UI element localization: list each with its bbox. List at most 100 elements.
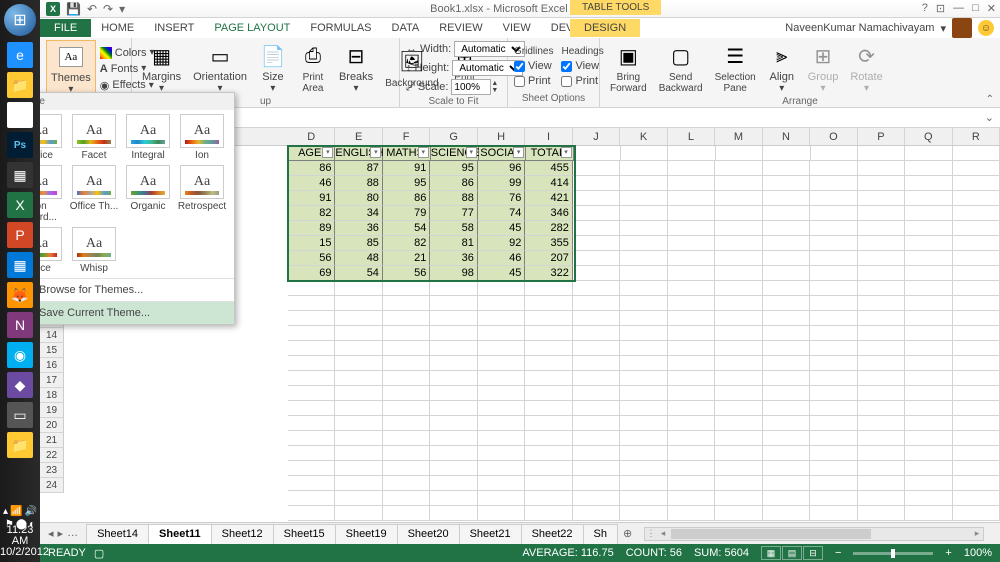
scroll-split-icon[interactable]: ⋮	[645, 528, 657, 539]
taskbar-folder-icon[interactable]: 📁	[7, 432, 33, 458]
taskbar-app2-icon[interactable]: ▦	[7, 252, 33, 278]
column-header[interactable]: P	[858, 128, 905, 145]
margins-button[interactable]: ▦Margins▾	[138, 40, 185, 96]
column-header[interactable]: J	[573, 128, 620, 145]
row-header[interactable]: 14	[40, 328, 64, 343]
data-cell[interactable]: 86	[383, 191, 430, 206]
column-header[interactable]: I	[525, 128, 572, 145]
page-layout-tab[interactable]: PAGE LAYOUT	[204, 19, 300, 37]
themes-button[interactable]: Aa Themes▾	[46, 40, 96, 98]
insert-tab[interactable]: INSERT	[144, 19, 204, 37]
column-header[interactable]: M	[715, 128, 762, 145]
save-icon[interactable]: 💾	[66, 2, 81, 16]
column-header[interactable]: L	[668, 128, 715, 145]
data-cell[interactable]: 86	[288, 161, 335, 176]
column-header[interactable]: G	[430, 128, 477, 145]
headings-view-checkbox[interactable]	[561, 61, 572, 72]
print-area-button[interactable]: ⎙Print Area	[295, 40, 331, 96]
avatar[interactable]	[952, 18, 972, 38]
horizontal-scrollbar[interactable]: ⋮ ◂▸	[644, 527, 984, 541]
data-cell[interactable]: 54	[335, 266, 382, 281]
theme-item[interactable]: AaOrganic	[123, 165, 173, 223]
sheet-tab[interactable]: Sheet12	[211, 524, 274, 544]
page-break-view-icon[interactable]: ⊟	[803, 546, 823, 560]
headings-print-checkbox[interactable]	[561, 76, 572, 87]
column-header[interactable]: R	[953, 128, 1000, 145]
user-dropdown-icon[interactable]: ▾	[940, 22, 946, 35]
macro-record-icon[interactable]: ▢	[94, 547, 104, 560]
data-cell[interactable]: 54	[383, 221, 430, 236]
data-cell[interactable]: 74	[478, 206, 525, 221]
column-header[interactable]: D	[288, 128, 335, 145]
data-cell[interactable]: 95	[383, 176, 430, 191]
sheet-tab[interactable]: Sheet19	[335, 524, 398, 544]
data-cell[interactable]: 89	[288, 221, 335, 236]
theme-item[interactable]: AaIntegral	[123, 114, 173, 161]
sheet-tab[interactable]: Sheet14	[86, 524, 149, 544]
page-layout-view-icon[interactable]: ▤	[782, 546, 802, 560]
taskbar-app4-icon[interactable]: ◆	[7, 372, 33, 398]
data-cell[interactable]: 82	[383, 236, 430, 251]
data-cell[interactable]: 15	[288, 236, 335, 251]
data-cell[interactable]: 82	[288, 206, 335, 221]
tray-icon[interactable]: ▴	[3, 506, 8, 517]
sheet-nav-more-icon[interactable]: …	[67, 527, 78, 540]
column-header[interactable]: N	[763, 128, 810, 145]
column-header[interactable]: F	[383, 128, 430, 145]
bring-forward-button[interactable]: ▣Bring Forward	[606, 40, 651, 96]
row-header[interactable]: 17	[40, 373, 64, 388]
data-cell[interactable]: 87	[335, 161, 382, 176]
row-header[interactable]: 18	[40, 388, 64, 403]
sheet-tab[interactable]: Sheet22	[521, 524, 584, 544]
size-button[interactable]: 📄Size▾	[255, 40, 291, 96]
data-cell[interactable]: 282	[525, 221, 572, 236]
selection-pane-button[interactable]: ☰Selection Pane	[711, 40, 760, 96]
column-header[interactable]: H	[478, 128, 525, 145]
taskbar-app5-icon[interactable]: ▭	[7, 402, 33, 428]
view-tab[interactable]: VIEW	[493, 19, 541, 37]
send-backward-button[interactable]: ▢Send Backward	[655, 40, 707, 96]
formulas-tab[interactable]: FORMULAS	[300, 19, 381, 37]
data-cell[interactable]: 45	[478, 266, 525, 281]
data-cell[interactable]: 455	[525, 161, 572, 176]
theme-item[interactable]: AaOffice Th...	[69, 165, 119, 223]
taskbar-explorer-icon[interactable]: 📁	[7, 72, 33, 98]
data-cell[interactable]: 92	[478, 236, 525, 251]
sheet-tab[interactable]: Sheet11	[148, 524, 212, 544]
data-cell[interactable]: 79	[383, 206, 430, 221]
row-header[interactable]: 22	[40, 448, 64, 463]
theme-item[interactable]: AaWhisp	[69, 227, 119, 274]
row-header[interactable]: 16	[40, 358, 64, 373]
data-cell[interactable]: 56	[383, 266, 430, 281]
feedback-icon[interactable]: ☺	[978, 20, 994, 36]
normal-view-icon[interactable]: ▦	[761, 546, 781, 560]
taskbar-app3-icon[interactable]: ◉	[7, 342, 33, 368]
redo-icon[interactable]: ↷	[103, 2, 113, 16]
data-cell[interactable]: 81	[430, 236, 477, 251]
start-button[interactable]: ⊞	[4, 4, 36, 36]
data-cell[interactable]: 91	[383, 161, 430, 176]
review-tab[interactable]: REVIEW	[429, 19, 492, 37]
browse-themes-item[interactable]: Browse for Themes...	[11, 278, 234, 301]
help-icon[interactable]: ?	[922, 2, 928, 15]
data-cell[interactable]: 99	[478, 176, 525, 191]
maximize-icon[interactable]: □	[972, 2, 979, 15]
data-cell[interactable]: 95	[430, 161, 477, 176]
table-header-cell[interactable]: MATHS▾	[383, 146, 430, 161]
data-cell[interactable]: 36	[430, 251, 477, 266]
data-cell[interactable]: 96	[478, 161, 525, 176]
qa-dropdown-icon[interactable]: ▾	[119, 2, 125, 16]
data-cell[interactable]: 36	[335, 221, 382, 236]
tray-volume-icon[interactable]: 🔊	[25, 506, 37, 517]
zoom-slider[interactable]	[853, 552, 933, 555]
taskbar-app-icon[interactable]: ▦	[7, 162, 33, 188]
taskbar-chrome-icon[interactable]: ◉	[7, 102, 33, 128]
data-cell[interactable]: 58	[430, 221, 477, 236]
gridlines-print-checkbox[interactable]	[514, 76, 525, 87]
row-header[interactable]: 19	[40, 403, 64, 418]
ribbon-options-icon[interactable]: ⊡	[936, 2, 945, 15]
data-cell[interactable]: 355	[525, 236, 572, 251]
collapse-ribbon-icon[interactable]: ⌃	[986, 94, 994, 105]
data-cell[interactable]: 77	[430, 206, 477, 221]
file-tab[interactable]: FILE	[40, 19, 91, 37]
